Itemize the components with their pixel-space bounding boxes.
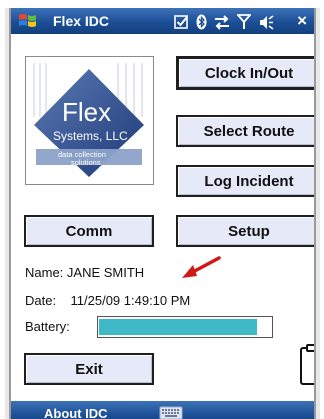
red-arrow-annotation [182,256,221,278]
clock-in-out-button[interactable]: Clock In/Out [176,56,314,90]
clipboard-icon[interactable] [299,344,314,386]
about-idc-softkey[interactable]: About IDC [44,406,108,419]
keyboard-icon[interactable] [159,405,183,419]
device-screen: Flex IDC × Flex Systems, LLC data collec… [11,8,314,419]
date-time: Date: 11/25/09 1:49:10 PM [25,293,191,308]
setup-button[interactable]: Setup [176,215,314,247]
select-route-button[interactable]: Select Route [176,115,314,147]
log-incident-button[interactable]: Log Incident [176,165,314,197]
volume-icon[interactable] [258,14,274,30]
comm-button[interactable]: Comm [24,215,154,247]
signal-icon[interactable] [237,14,251,30]
bluetooth-icon[interactable] [196,14,207,30]
app-title: Flex IDC [53,13,110,29]
close-button[interactable]: × [297,11,307,31]
user-name: Name: JANE SMITH [25,265,145,280]
logo-tagline-2: solutions [71,158,101,167]
logo-brand: Flex [62,97,112,127]
menu-bar: About IDC [11,401,314,419]
battery-fill [99,319,258,335]
windows-flag-icon[interactable] [17,12,39,30]
title-bar: Flex IDC × [11,8,314,34]
exit-button[interactable]: Exit [24,353,154,385]
logo-company: Systems, LLC [53,129,128,143]
flex-systems-logo: Flex Systems, LLC data collection soluti… [25,56,154,185]
battery-meter [97,316,273,338]
system-tray [174,13,274,31]
connectivity-arrows-icon[interactable] [214,14,230,30]
notification-check-icon[interactable] [174,15,189,29]
battery-label: Battery: [25,319,70,334]
